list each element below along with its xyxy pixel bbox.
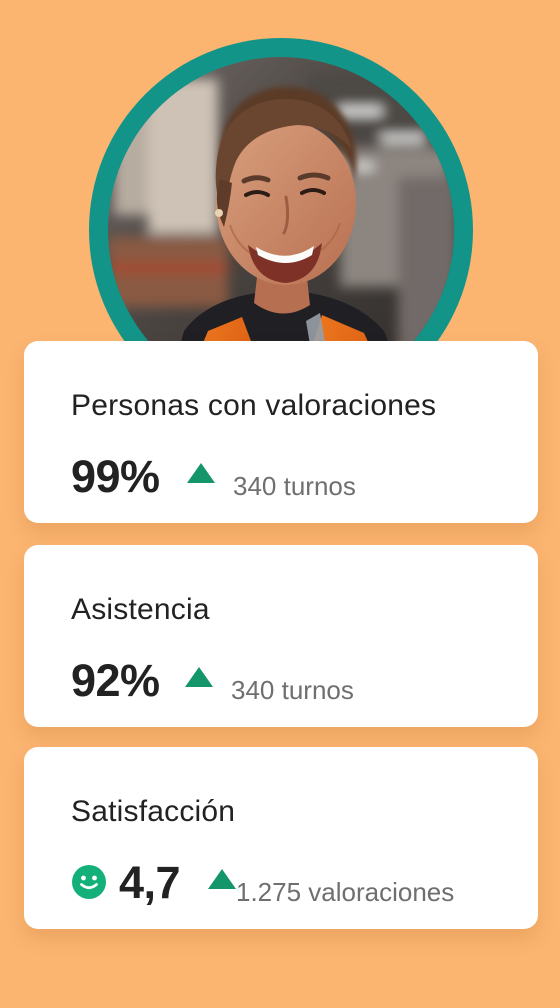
card-value: 4,7 (119, 857, 181, 908)
card-meta: 340 turnos (233, 471, 356, 501)
stat-card-attendance: Asistencia 92% 340 turnos (24, 545, 538, 727)
smile-icon (72, 865, 106, 899)
trend-up-icon (185, 667, 213, 687)
stat-card-people-rated: Personas con valoraciones 99% 340 turnos (24, 341, 538, 523)
trend-up-icon (187, 463, 215, 483)
card-meta: 1.275 valoraciones (236, 877, 455, 907)
card-value: 92% (71, 655, 160, 706)
card-title: Satisfacción (71, 795, 236, 828)
trend-up-icon (208, 869, 236, 889)
card-value: 99% (71, 451, 160, 502)
card-title: Asistencia (71, 593, 210, 626)
card-title: Personas con valoraciones (71, 389, 437, 422)
card-meta: 340 turnos (231, 675, 354, 705)
stat-card-satisfaction: Satisfacción 4,7 1.275 valoraciones (24, 747, 538, 929)
